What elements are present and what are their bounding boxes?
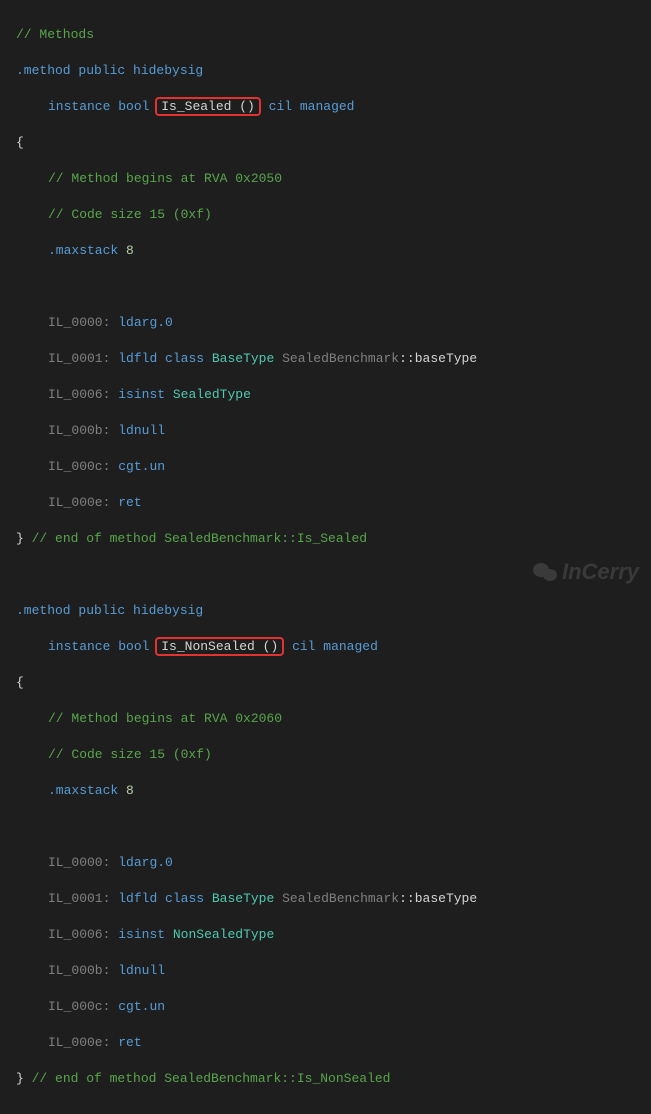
il-op: ret xyxy=(118,1035,141,1050)
comment-size-1: // Code size 15 (0xf) xyxy=(48,207,212,222)
end-comment-1: // end of method SealedBenchmark::Is_Sea… xyxy=(24,531,367,546)
open-brace-2: { xyxy=(16,675,24,690)
ret-type-1: bool xyxy=(118,99,157,114)
il-label: IL_000e: xyxy=(48,1035,110,1050)
end-comment-2: // end of method SealedBenchmark::Is_Non… xyxy=(24,1071,391,1086)
maxstack-1: .maxstack xyxy=(48,243,118,258)
il-label: IL_0000: xyxy=(48,315,110,330)
code-block: // Methods .method public hidebysig inst… xyxy=(0,0,651,1114)
method-decl-1a: .method xyxy=(16,63,71,78)
il-op: isinst xyxy=(118,387,165,402)
method-mods-2: public hidebysig xyxy=(71,603,204,618)
maxstack-val-1: 8 xyxy=(118,243,134,258)
il-label: IL_000c: xyxy=(48,459,110,474)
comment-size-2: // Code size 15 (0xf) xyxy=(48,747,212,762)
instance-kw-2: instance xyxy=(48,639,118,654)
close-brace-2: } xyxy=(16,1071,24,1086)
il-label: IL_0001: xyxy=(48,891,110,906)
maxstack-val-2: 8 xyxy=(118,783,134,798)
il-label: IL_000b: xyxy=(48,963,110,978)
il-label: IL_000b: xyxy=(48,423,110,438)
comment-rva-2: // Method begins at RVA 0x2060 xyxy=(48,711,282,726)
il-op: ldfld xyxy=(118,351,157,366)
watermark: InCerry xyxy=(532,561,639,583)
il-label: IL_0006: xyxy=(48,387,110,402)
il-op: isinst xyxy=(118,927,165,942)
instance-kw-1: instance xyxy=(48,99,118,114)
watermark-text: InCerry xyxy=(562,563,639,581)
il-label: IL_0006: xyxy=(48,927,110,942)
il-label: IL_0000: xyxy=(48,855,110,870)
il-op: ldfld xyxy=(118,891,157,906)
il-op: ldnull xyxy=(118,423,165,438)
maxstack-2: .maxstack xyxy=(48,783,118,798)
wechat-icon xyxy=(532,561,558,583)
open-brace-1: { xyxy=(16,135,24,150)
comment-rva-1: // Method begins at RVA 0x2050 xyxy=(48,171,282,186)
il-label: IL_000c: xyxy=(48,999,110,1014)
il-op: ret xyxy=(118,495,141,510)
cil-managed-1: cil managed xyxy=(261,99,355,114)
il-op: ldarg.0 xyxy=(118,315,173,330)
close-brace-1: } xyxy=(16,531,24,546)
method-decl-2a: .method xyxy=(16,603,71,618)
il-op: ldnull xyxy=(118,963,165,978)
method-name-is-nonsealed: Is_NonSealed () xyxy=(155,637,284,656)
il-op: cgt.un xyxy=(118,459,165,474)
ret-type-2: bool xyxy=(118,639,157,654)
il-label: IL_000e: xyxy=(48,495,110,510)
il-label: IL_0001: xyxy=(48,351,110,366)
comment-methods: // Methods xyxy=(16,27,94,42)
method-name-is-sealed: Is_Sealed () xyxy=(155,97,261,116)
cil-managed-2: cil managed xyxy=(284,639,378,654)
il-op: ldarg.0 xyxy=(118,855,173,870)
method-mods-1: public hidebysig xyxy=(71,63,204,78)
il-op: cgt.un xyxy=(118,999,165,1014)
